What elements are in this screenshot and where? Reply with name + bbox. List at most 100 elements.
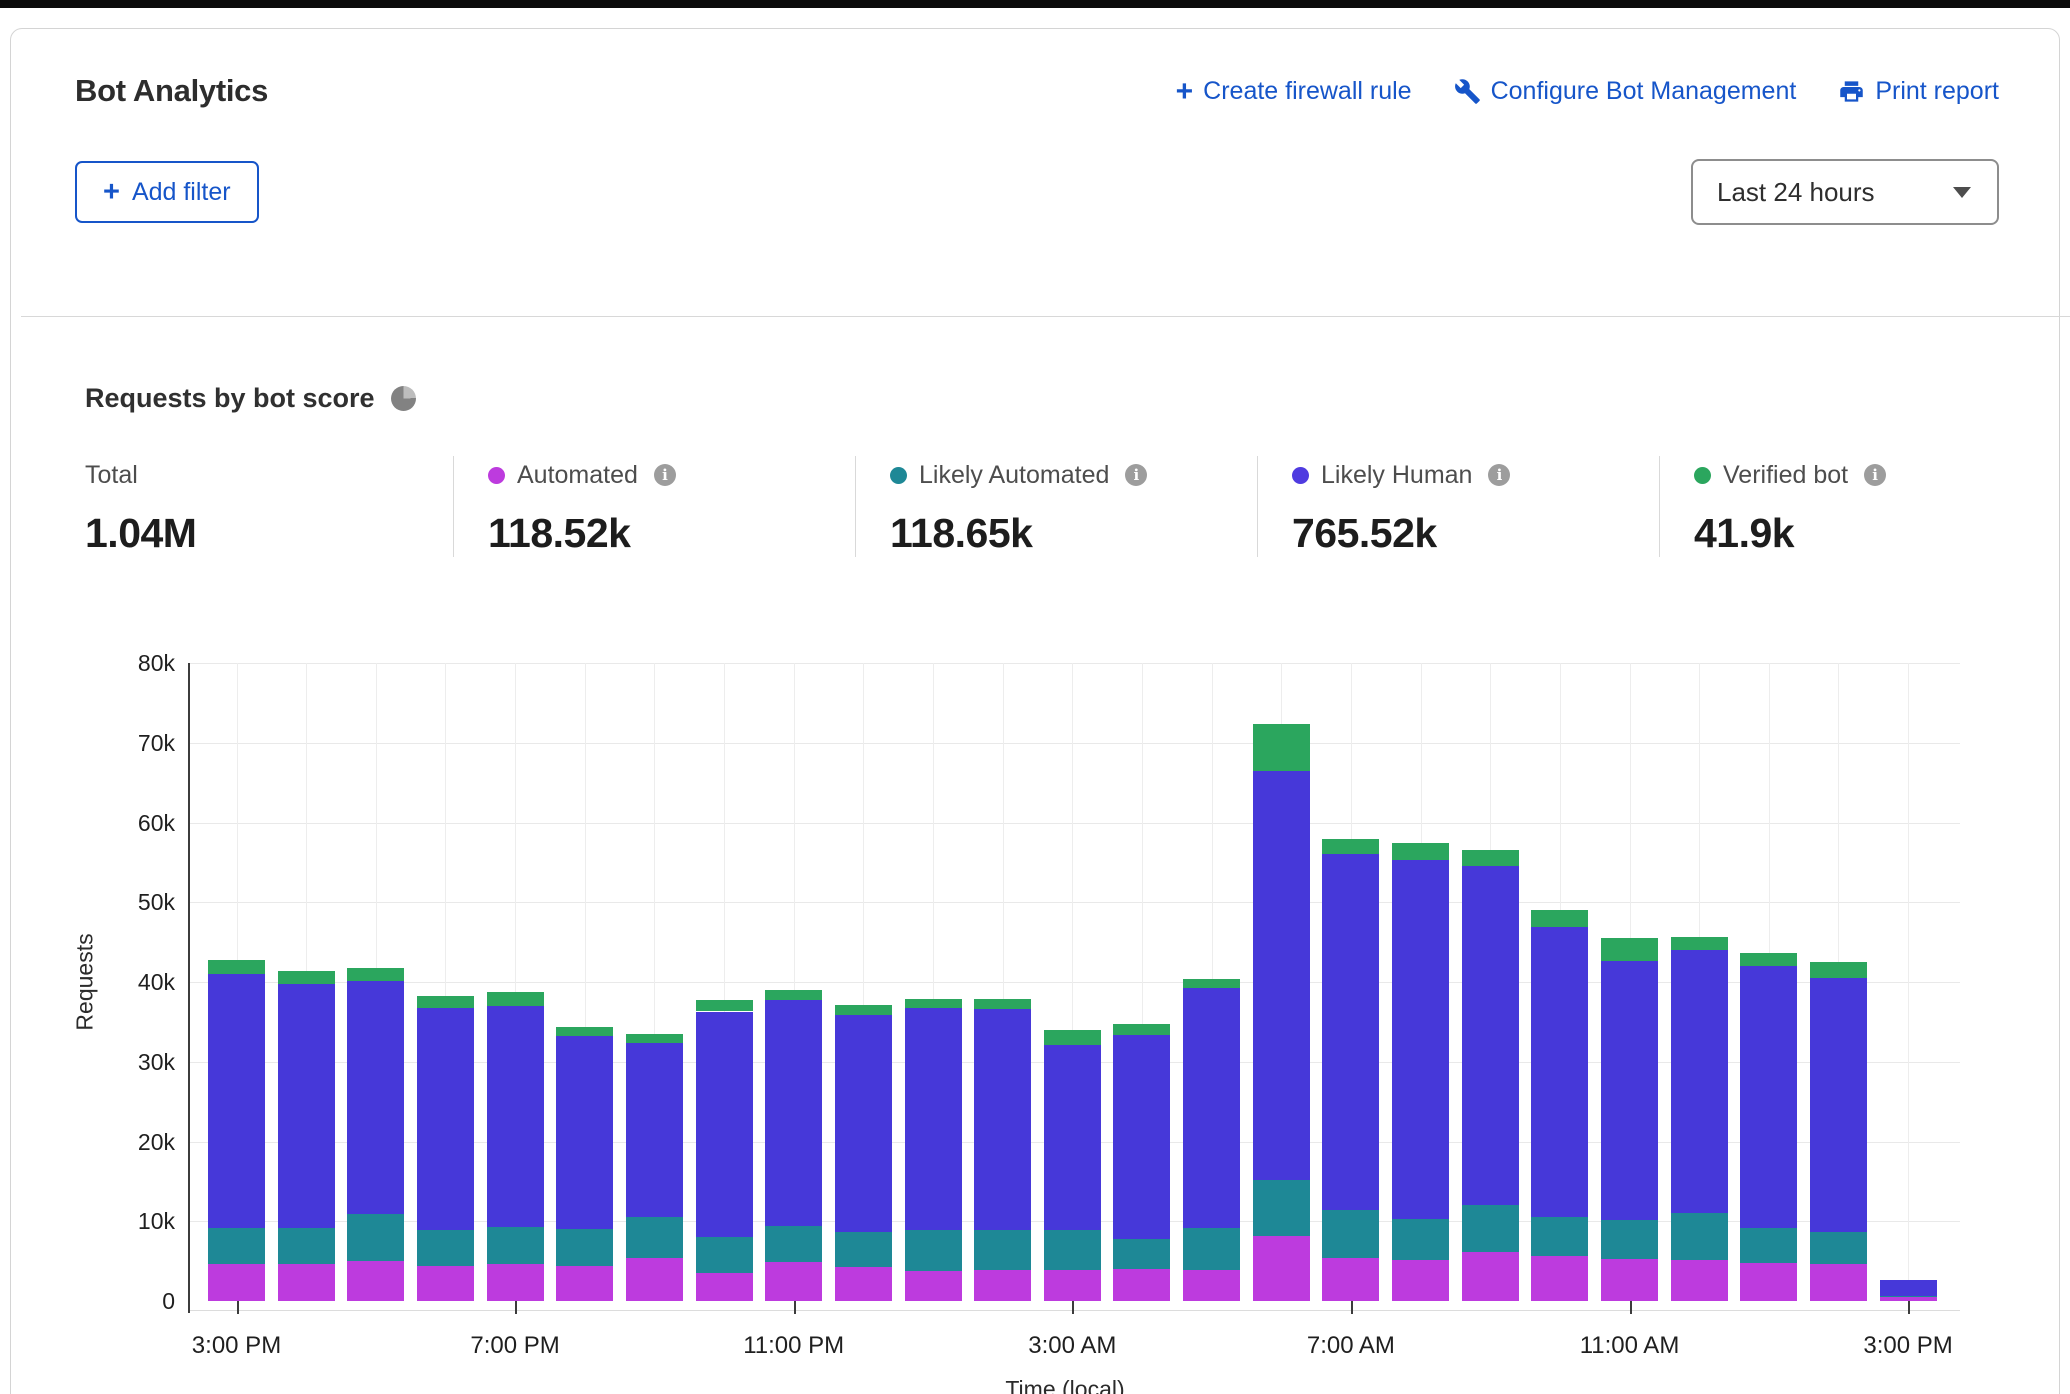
bar-segment[interactable] (1740, 1263, 1797, 1301)
bar-segment[interactable] (1253, 724, 1310, 770)
bar-segment[interactable] (1322, 1210, 1379, 1257)
bar-segment[interactable] (208, 974, 265, 1228)
bar-segment[interactable] (835, 1232, 892, 1267)
create-firewall-rule-link[interactable]: + Create firewall rule (1176, 77, 1412, 106)
info-icon[interactable]: i (654, 464, 676, 486)
bar-segment[interactable] (1044, 1270, 1101, 1301)
bar-segment[interactable] (208, 1264, 265, 1301)
bar-segment[interactable] (208, 1228, 265, 1263)
bar-segment[interactable] (1880, 1280, 1937, 1296)
bar-segment[interactable] (1322, 1258, 1379, 1301)
bar-segment[interactable] (1531, 910, 1588, 927)
bar-segment[interactable] (696, 1000, 753, 1011)
bar-segment[interactable] (696, 1012, 753, 1238)
bar-segment[interactable] (1392, 1260, 1449, 1301)
bar-segment[interactable] (1392, 1219, 1449, 1260)
bar-segment[interactable] (1531, 927, 1588, 1217)
bar-segment[interactable] (1601, 1220, 1658, 1259)
print-report-link[interactable]: Print report (1838, 77, 1999, 106)
bar-segment[interactable] (626, 1043, 683, 1218)
bar-segment[interactable] (1810, 978, 1867, 1232)
bar-segment[interactable] (1810, 1232, 1867, 1264)
bar-segment[interactable] (1462, 866, 1519, 1205)
bar-segment[interactable] (905, 1008, 962, 1230)
bar-segment[interactable] (1671, 937, 1728, 951)
bar-segment[interactable] (1880, 1296, 1937, 1298)
bar-segment[interactable] (1322, 854, 1379, 1210)
bar-segment[interactable] (1253, 771, 1310, 1180)
bar-segment[interactable] (487, 1006, 544, 1227)
bar-segment[interactable] (556, 1027, 613, 1036)
bar-segment[interactable] (905, 1271, 962, 1301)
bar-segment[interactable] (1183, 1270, 1240, 1301)
bar-segment[interactable] (347, 968, 404, 981)
bar-segment[interactable] (556, 1036, 613, 1229)
bar-segment[interactable] (1113, 1024, 1170, 1036)
bar-segment[interactable] (1671, 1213, 1728, 1260)
bar-segment[interactable] (417, 1008, 474, 1230)
bar-segment[interactable] (417, 1230, 474, 1267)
bar-segment[interactable] (1601, 1259, 1658, 1301)
bar-segment[interactable] (1462, 1205, 1519, 1252)
bar-segment[interactable] (765, 990, 822, 1000)
bar-segment[interactable] (905, 999, 962, 1008)
bar-segment[interactable] (974, 1009, 1031, 1230)
bar-segment[interactable] (1671, 1260, 1728, 1301)
bar-segment[interactable] (1183, 979, 1240, 989)
configure-bot-management-link[interactable]: Configure Bot Management (1454, 77, 1797, 106)
bar-segment[interactable] (1462, 850, 1519, 865)
bar-segment[interactable] (417, 1266, 474, 1301)
time-range-select[interactable]: Last 24 hours (1691, 159, 1999, 225)
bar-segment[interactable] (1810, 962, 1867, 978)
bar-segment[interactable] (1392, 843, 1449, 860)
bar-segment[interactable] (835, 1267, 892, 1301)
bar-segment[interactable] (278, 1228, 335, 1263)
bar-segment[interactable] (278, 984, 335, 1228)
bar-segment[interactable] (1462, 1252, 1519, 1301)
bar-segment[interactable] (1044, 1230, 1101, 1270)
bar-segment[interactable] (347, 1214, 404, 1261)
bar-segment[interactable] (1044, 1030, 1101, 1045)
bar-segment[interactable] (1113, 1269, 1170, 1301)
bar-segment[interactable] (278, 1264, 335, 1301)
bar-segment[interactable] (1531, 1256, 1588, 1301)
bar-segment[interactable] (1113, 1239, 1170, 1269)
bar-segment[interactable] (905, 1230, 962, 1271)
add-filter-button[interactable]: + Add filter (75, 161, 259, 223)
info-icon[interactable]: i (1125, 464, 1147, 486)
bar-segment[interactable] (1044, 1045, 1101, 1230)
bar-segment[interactable] (1601, 961, 1658, 1220)
bar-segment[interactable] (1183, 988, 1240, 1227)
bar-segment[interactable] (1601, 938, 1658, 961)
bar-segment[interactable] (626, 1258, 683, 1301)
bar-segment[interactable] (556, 1229, 613, 1265)
bar-segment[interactable] (765, 1226, 822, 1263)
bar-segment[interactable] (1740, 953, 1797, 966)
bar-segment[interactable] (626, 1034, 683, 1043)
bar-segment[interactable] (1740, 966, 1797, 1228)
bar-segment[interactable] (696, 1237, 753, 1273)
bar-segment[interactable] (347, 981, 404, 1214)
bar-segment[interactable] (1322, 839, 1379, 854)
bar-segment[interactable] (208, 960, 265, 974)
bar-segment[interactable] (417, 996, 474, 1008)
bar-segment[interactable] (1810, 1264, 1867, 1301)
bar-segment[interactable] (765, 1000, 822, 1226)
bar-segment[interactable] (1392, 860, 1449, 1219)
bar-segment[interactable] (1671, 950, 1728, 1213)
bar-segment[interactable] (974, 999, 1031, 1009)
bar-segment[interactable] (347, 1261, 404, 1301)
bar-segment[interactable] (1740, 1228, 1797, 1263)
bar-segment[interactable] (1253, 1180, 1310, 1237)
bar-segment[interactable] (765, 1262, 822, 1301)
bar-segment[interactable] (1253, 1236, 1310, 1301)
bar-segment[interactable] (835, 1005, 892, 1015)
bar-segment[interactable] (278, 971, 335, 985)
bar-segment[interactable] (974, 1270, 1031, 1301)
bar-segment[interactable] (556, 1266, 613, 1301)
bar-segment[interactable] (1531, 1217, 1588, 1256)
bar-segment[interactable] (487, 1264, 544, 1301)
bar-segment[interactable] (626, 1217, 683, 1258)
bar-segment[interactable] (974, 1230, 1031, 1270)
bar-segment[interactable] (835, 1015, 892, 1231)
